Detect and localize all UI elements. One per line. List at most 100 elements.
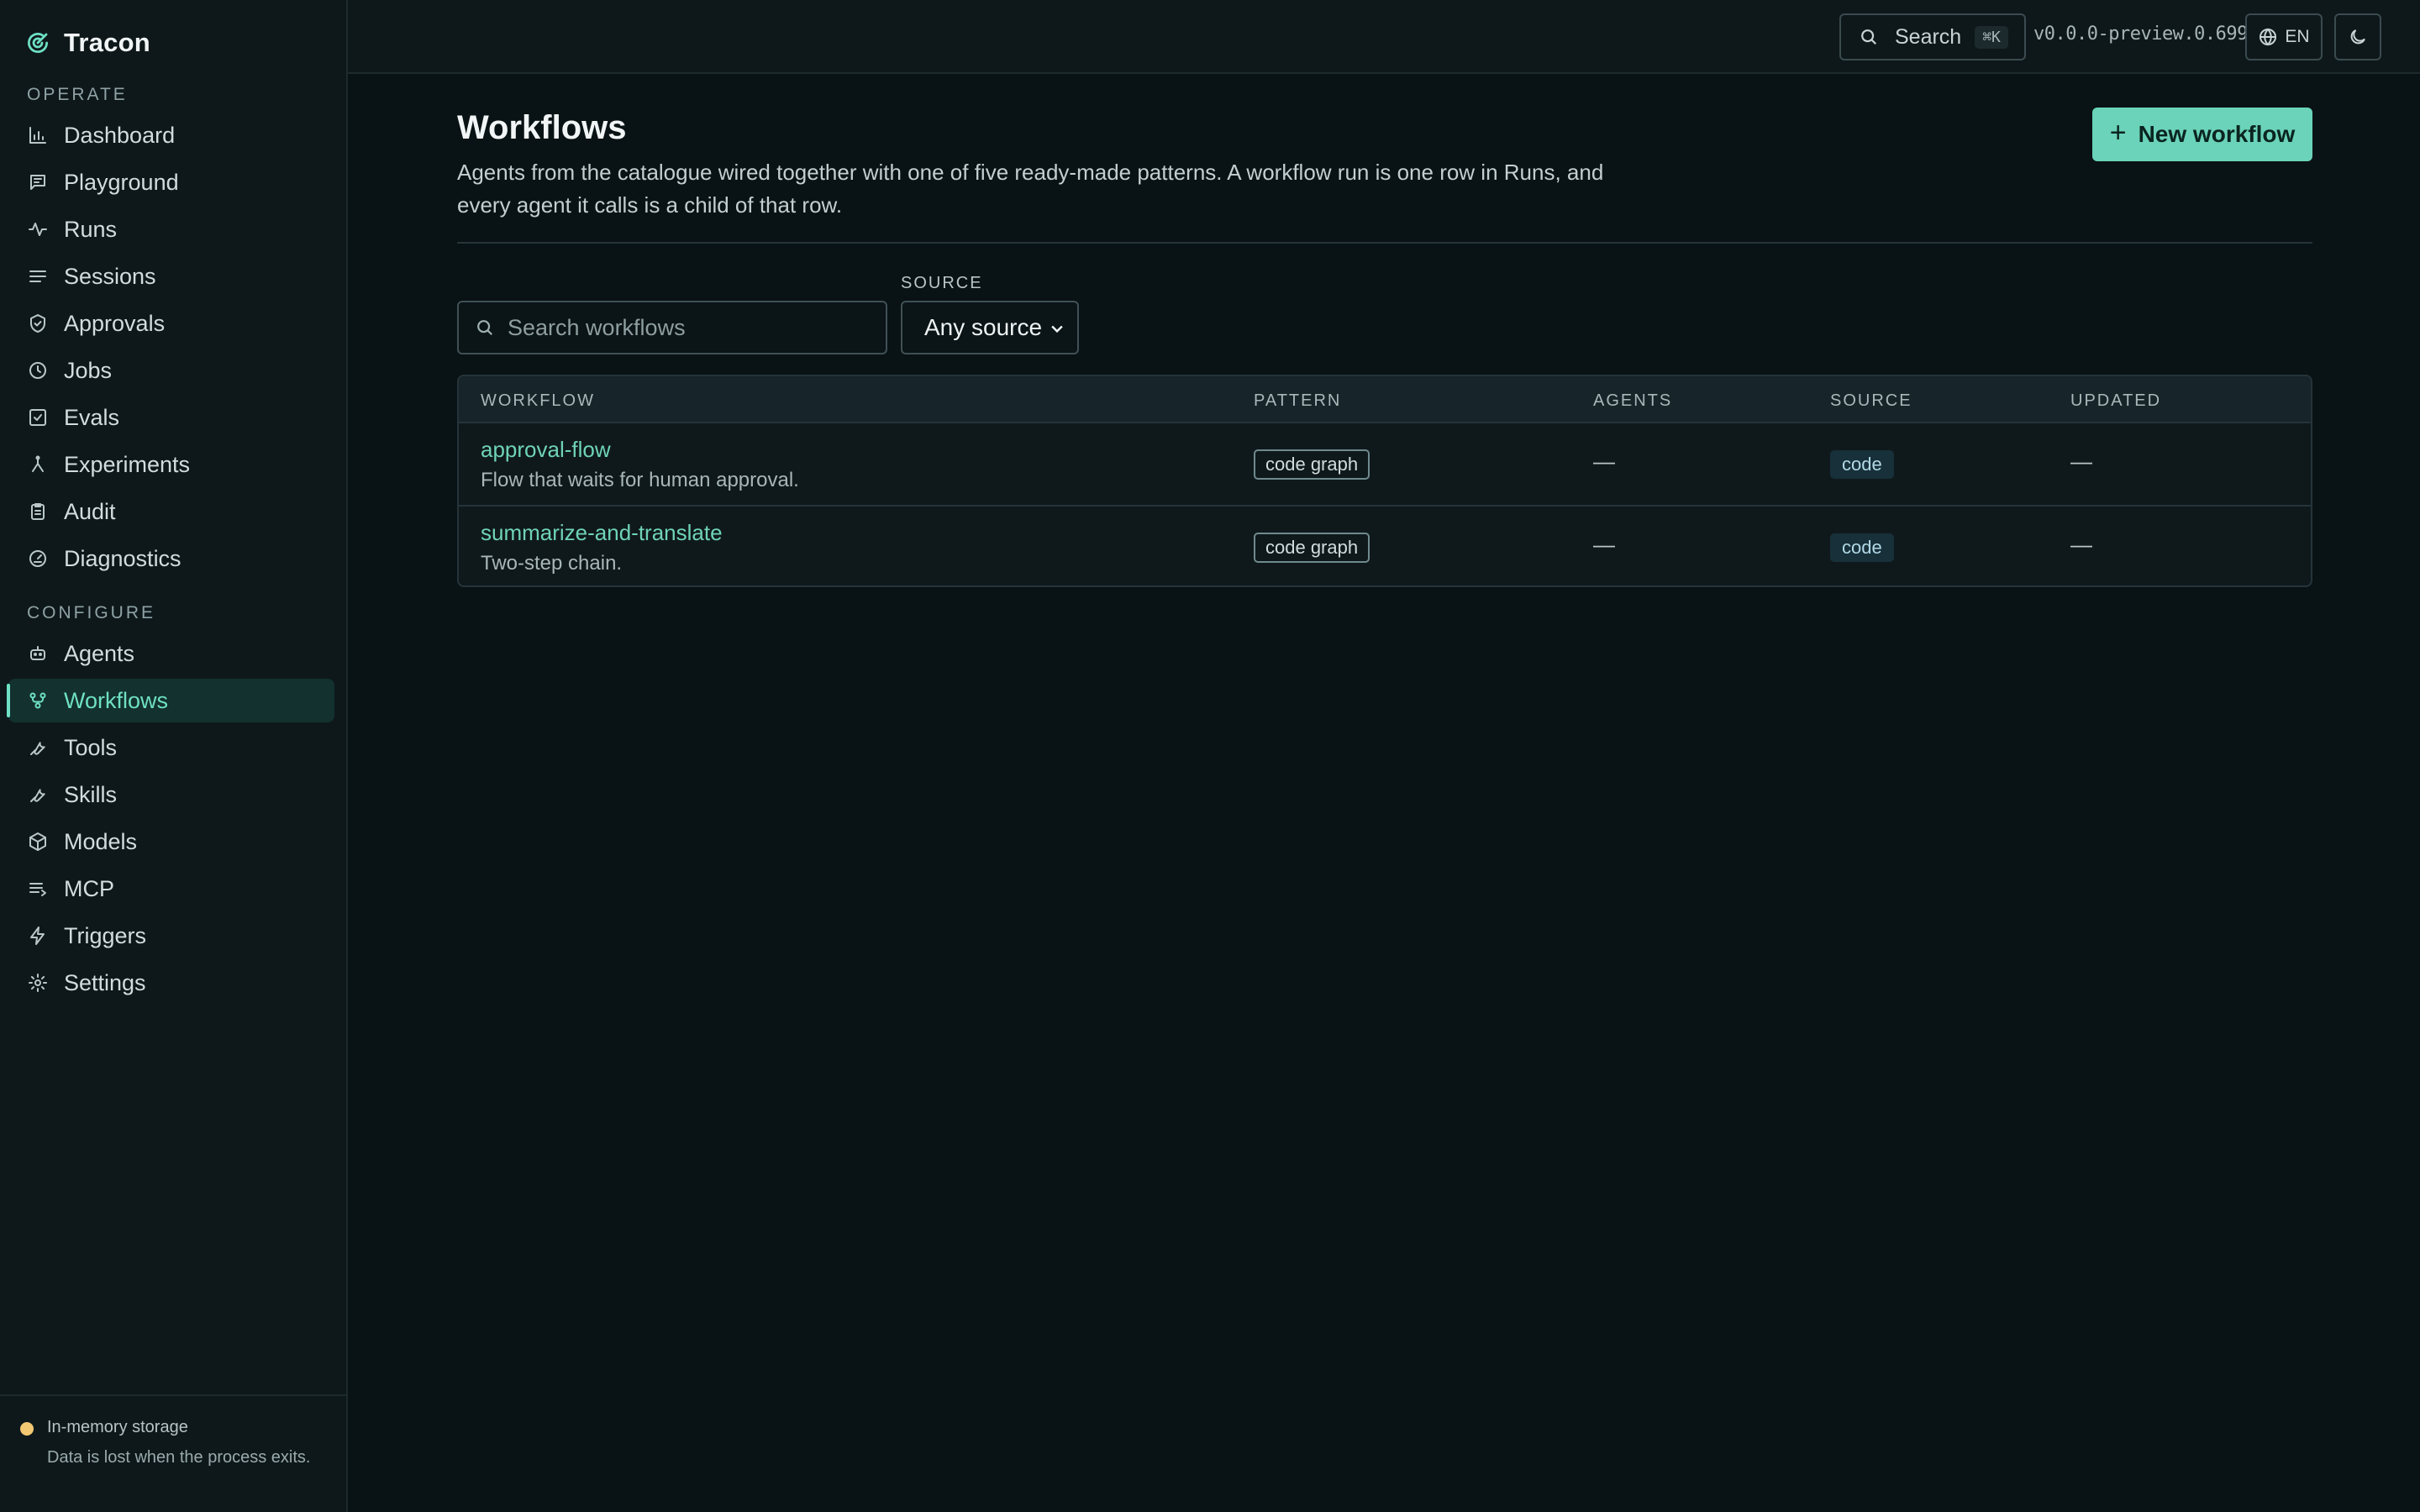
language-label: EN — [2285, 27, 2310, 46]
agents-value: — — [1593, 532, 1615, 557]
table-row[interactable]: summarize-and-translate Two-step chain. … — [459, 505, 2311, 585]
storage-note: Data is lost when the process exits. — [47, 1448, 311, 1467]
source-filter-value: Any source — [924, 314, 1043, 340]
sidebar-item-label: Skills — [64, 781, 118, 807]
activity-icon — [27, 218, 49, 240]
source-filter-label: SOURCE — [901, 274, 983, 292]
list-icon — [27, 265, 49, 287]
table-row[interactable]: approval-flow Flow that waits for human … — [459, 423, 2311, 505]
search-label: Search — [1895, 24, 1962, 49]
moon-icon — [2350, 29, 2365, 45]
pattern-badge: code graph — [1254, 533, 1370, 563]
sidebar-item-label: Audit — [64, 498, 116, 524]
column-header-pattern[interactable]: PATTERN — [1254, 391, 1341, 411]
language-button[interactable]: EN — [2245, 13, 2323, 60]
sidebar-item-skills[interactable]: Skills — [8, 773, 334, 816]
table-header: WORKFLOW PATTERN AGENTS SOURCE UPDATED — [459, 376, 2311, 423]
status-dot-icon — [20, 1422, 34, 1436]
wrench-icon — [27, 784, 49, 806]
page-description: Agents from the catalogue wired together… — [457, 160, 1604, 218]
sidebar-item-label: Models — [64, 828, 138, 854]
sidebar-item-label: Agents — [64, 640, 135, 666]
sidebar-item-playground[interactable]: Playground — [8, 160, 334, 204]
column-header-updated[interactable]: UPDATED — [2070, 391, 2161, 411]
pattern-badge: code graph — [1254, 449, 1370, 480]
sidebar-item-label: Workflows — [64, 687, 169, 713]
sidebar-item-agents[interactable]: Agents — [8, 632, 334, 675]
version-label: v0.0.0-preview.0.699 — [2033, 24, 2248, 45]
clock-icon — [27, 360, 49, 381]
sidebar-item-experiments[interactable]: Experiments — [8, 443, 334, 486]
sidebar-item-settings[interactable]: Settings — [8, 961, 334, 1005]
workflows-table: WORKFLOW PATTERN AGENTS SOURCE UPDATED a… — [457, 375, 2312, 587]
sidebar-item-label: Jobs — [64, 357, 113, 383]
global-search-button[interactable]: Search ⌘K — [1839, 13, 2026, 60]
sidebar-item-label: Playground — [64, 169, 179, 195]
sidebar-item-workflows[interactable]: Workflows — [8, 679, 334, 722]
sidebar-item-mcp[interactable]: MCP — [8, 867, 334, 911]
sidebar-item-evals[interactable]: Evals — [8, 396, 334, 439]
sidebar-item-label: Settings — [64, 969, 146, 995]
brand[interactable]: Tracon — [25, 25, 150, 60]
sidebar-item-sessions[interactable]: Sessions — [8, 255, 334, 298]
server-list-icon — [27, 878, 49, 900]
search-shortcut: ⌘K — [1975, 25, 2008, 49]
sidebar-item-label: Diagnostics — [64, 545, 182, 571]
column-header-agents[interactable]: AGENTS — [1593, 391, 1672, 411]
checkbox-icon — [27, 407, 49, 428]
sidebar-item-approvals[interactable]: Approvals — [8, 302, 334, 345]
storage-title: In-memory storage — [47, 1418, 188, 1436]
updated-value: — — [2070, 449, 2092, 474]
branch-icon — [27, 454, 49, 475]
sidebar-item-diagnostics[interactable]: Diagnostics — [8, 537, 334, 580]
workflow-icon — [27, 690, 49, 711]
cube-icon — [27, 831, 49, 853]
sidebar-item-dashboard[interactable]: Dashboard — [8, 113, 334, 157]
updated-value: — — [2070, 532, 2092, 557]
sidebar-item-models[interactable]: Models — [8, 820, 334, 864]
workflow-description: Flow that waits for human approval. — [481, 469, 799, 491]
source-badge: code — [1830, 533, 1894, 562]
source-filter-select[interactable]: Any source — [901, 301, 1079, 354]
page-title: Workflows — [457, 109, 627, 146]
app-name: Tracon — [64, 28, 150, 57]
sidebar-item-label: Experiments — [64, 451, 191, 477]
column-header-source[interactable]: SOURCE — [1830, 391, 1912, 411]
new-workflow-label: New workflow — [2138, 121, 2296, 147]
shield-check-icon — [27, 312, 49, 334]
wrench-icon — [27, 737, 49, 759]
theme-toggle-button[interactable] — [2334, 13, 2381, 60]
source-badge: code — [1830, 450, 1894, 479]
sidebar-item-label: Evals — [64, 404, 120, 430]
section-label-configure: CONFIGURE — [27, 603, 155, 622]
search-icon — [477, 320, 493, 336]
zap-icon — [27, 925, 49, 947]
sidebar-item-jobs[interactable]: Jobs — [8, 349, 334, 392]
sidebar-item-label: Triggers — [64, 922, 147, 948]
message-icon — [27, 171, 49, 193]
sidebar-item-label: Runs — [64, 216, 118, 242]
sidebar-item-label: Sessions — [64, 263, 156, 289]
section-label-operate: OPERATE — [27, 85, 128, 104]
divider — [457, 242, 2312, 244]
agents-value: — — [1593, 449, 1615, 474]
sidebar-item-label: Approvals — [64, 310, 166, 336]
sidebar-item-tools[interactable]: Tools — [8, 726, 334, 769]
sidebar-item-runs[interactable]: Runs — [8, 207, 334, 251]
workflow-name-link[interactable]: approval-flow — [481, 437, 611, 463]
gauge-icon — [27, 548, 49, 570]
search-input[interactable] — [508, 314, 877, 341]
workflow-description: Two-step chain. — [481, 552, 623, 575]
new-workflow-button[interactable]: + New workflow — [2092, 108, 2312, 161]
bot-icon — [27, 643, 49, 664]
workflow-search[interactable] — [457, 301, 887, 354]
sidebar-item-triggers[interactable]: Triggers — [8, 914, 334, 958]
column-header-workflow[interactable]: WORKFLOW — [481, 391, 595, 411]
topbar: Search ⌘K v0.0.0-preview.0.699 EN — [348, 0, 2420, 74]
sidebar-item-label: MCP — [64, 875, 114, 901]
active-indicator — [7, 684, 10, 717]
workflow-name-link[interactable]: summarize-and-translate — [481, 520, 723, 546]
logo-icon — [28, 33, 48, 53]
sidebar-item-audit[interactable]: Audit — [8, 490, 334, 533]
chevron-down-icon — [1051, 325, 1063, 333]
